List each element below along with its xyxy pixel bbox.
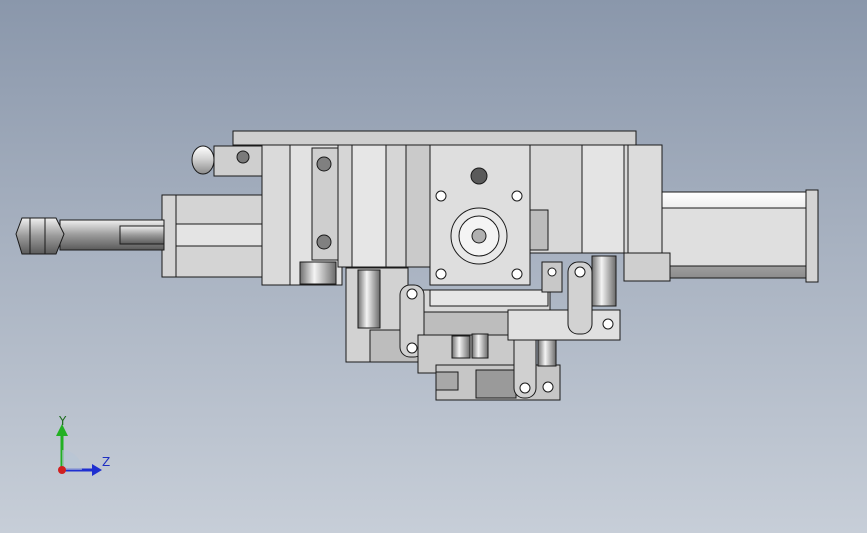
- triad-plane: [62, 450, 82, 470]
- top-plate: [232, 130, 637, 146]
- graphics-viewport[interactable]: Y Z: [0, 0, 867, 533]
- y-axis-label: Y: [59, 414, 67, 428]
- hex-nut: [15, 217, 65, 255]
- x-axis-dot: [58, 466, 66, 474]
- z-axis-label: Z: [102, 455, 111, 469]
- assembly-model[interactable]: [0, 0, 867, 533]
- left-knob: [191, 145, 215, 175]
- right-end-cap: [805, 189, 819, 283]
- z-axis-arrowhead: [92, 464, 102, 476]
